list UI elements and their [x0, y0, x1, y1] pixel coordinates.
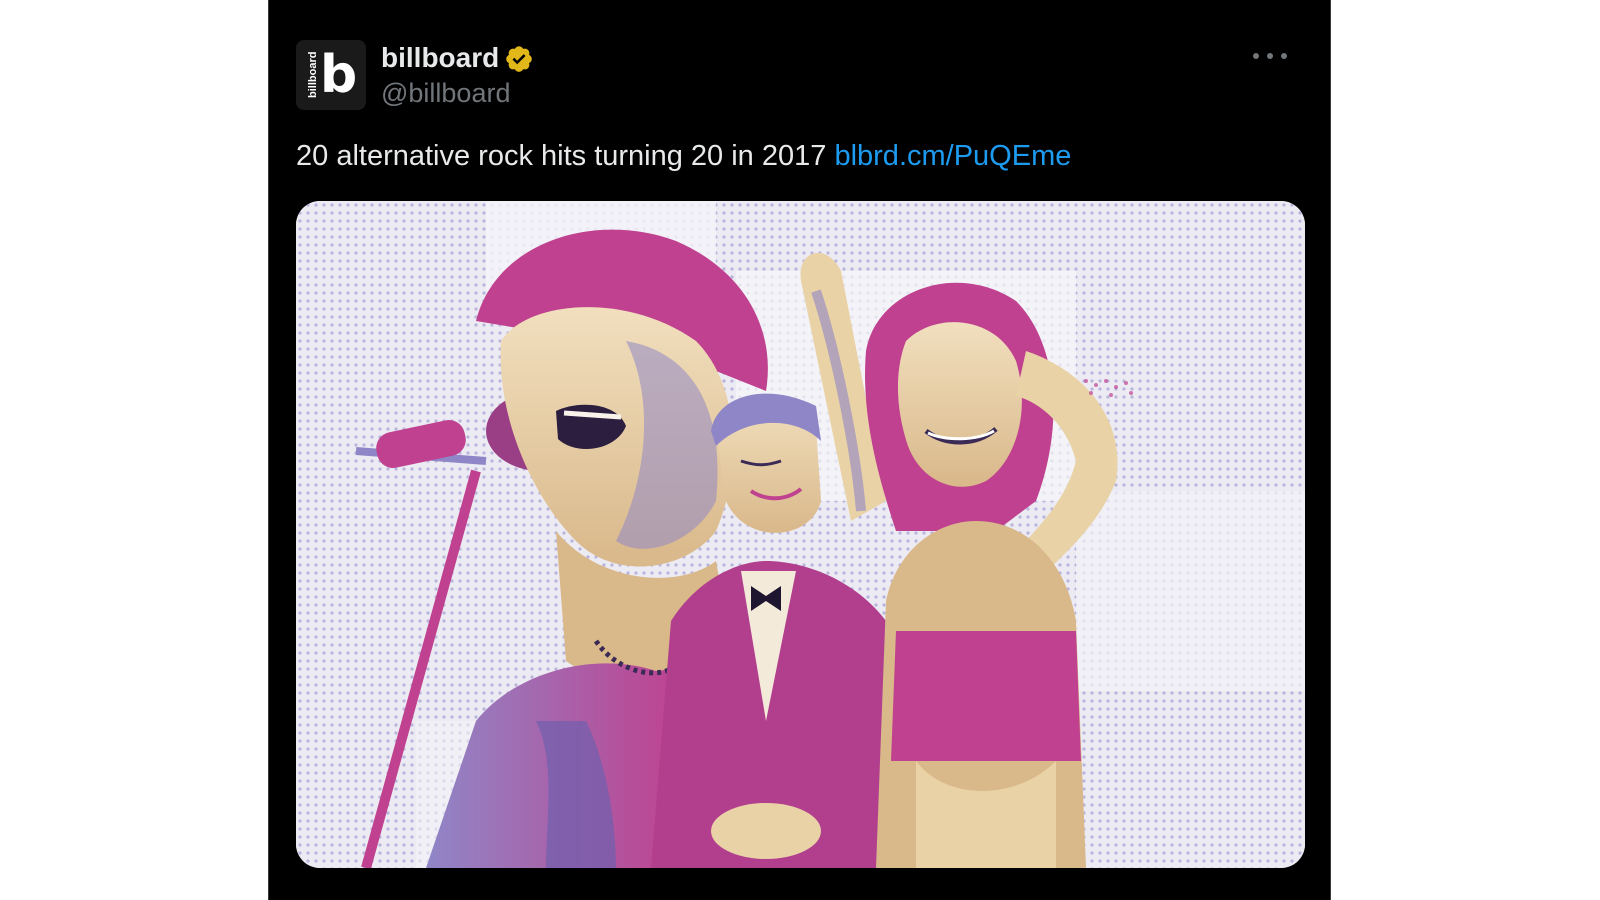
- tweet-media[interactable]: [296, 201, 1305, 868]
- display-name[interactable]: billboard: [381, 41, 499, 75]
- tweet-text: 20 alternative rock hits turning 20 in 2…: [296, 138, 1071, 174]
- more-horizontal-icon: [1253, 53, 1259, 59]
- verified-badge-icon: [504, 44, 534, 74]
- more-horizontal-icon: [1281, 53, 1287, 59]
- tweet-body: 20 alternative rock hits turning 20 in 2…: [296, 140, 835, 172]
- billboard-logo-icon: b: [320, 45, 358, 105]
- avatar[interactable]: billboard b: [296, 40, 366, 110]
- tweet-link[interactable]: blbrd.cm/PuQEme: [834, 140, 1071, 172]
- photo-collage-image: [296, 201, 1305, 868]
- tweet-card: billboard b billboard @billboard 20 alte…: [268, 0, 1331, 900]
- more-options-button[interactable]: [1253, 44, 1287, 68]
- avatar-wordmark: billboard: [307, 51, 319, 98]
- more-horizontal-icon: [1267, 53, 1273, 59]
- user-handle[interactable]: @billboard: [381, 77, 510, 109]
